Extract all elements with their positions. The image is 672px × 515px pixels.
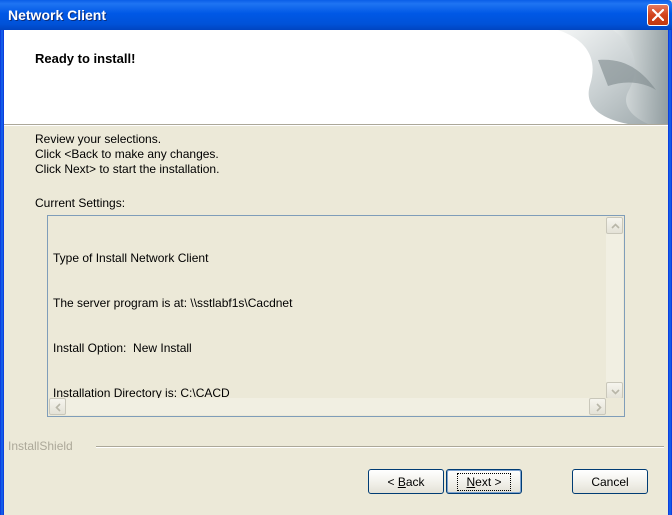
next-button-label: Next > — [457, 472, 511, 491]
window-title: Network Client — [8, 7, 107, 23]
scroll-right-button[interactable] — [589, 398, 606, 415]
next-rest: ext > — [475, 474, 502, 489]
close-button[interactable] — [647, 4, 669, 26]
current-settings-textbox[interactable]: Type of Install Network Client The serve… — [47, 215, 625, 417]
scroll-up-button[interactable] — [606, 217, 623, 234]
settings-line: Type of Install Network Client — [53, 251, 209, 265]
back-mnemonic: B — [397, 474, 406, 489]
scroll-left-arrow-icon — [55, 403, 61, 412]
current-settings-label: Current Settings: — [35, 196, 126, 210]
close-icon — [652, 9, 664, 21]
next-button[interactable]: Next > — [446, 469, 522, 494]
scroll-right-arrow-icon — [596, 403, 602, 412]
next-mnemonic: N — [466, 474, 476, 489]
back-button-label: < Back — [387, 475, 424, 489]
instructions: Review your selections. Click <Back to m… — [35, 132, 219, 177]
title-bar[interactable]: Network Client — [0, 0, 672, 30]
settings-line: The server program is at: \\sstlabf1s\Ca… — [53, 296, 293, 310]
cancel-button[interactable]: Cancel — [572, 469, 648, 494]
scroll-down-arrow-icon — [611, 389, 620, 395]
page-heading: Ready to install! — [35, 51, 136, 66]
header-banner: Ready to install! — [4, 30, 668, 125]
instruction-line: Click <Back to make any changes. — [35, 147, 219, 161]
scroll-left-button[interactable] — [49, 398, 66, 415]
scroll-up-arrow-icon — [611, 223, 620, 229]
instruction-line: Click Next> to start the installation. — [35, 162, 220, 176]
scroll-down-button[interactable] — [606, 382, 623, 399]
back-rest: ack — [405, 474, 425, 489]
installshield-brand: InstallShield — [8, 439, 73, 453]
settings-line: Install Option: New Install — [53, 341, 192, 355]
back-prefix: < — [387, 474, 398, 489]
vertical-scrollbar[interactable] — [606, 217, 623, 399]
instruction-line: Review your selections. — [35, 132, 162, 146]
scrollbar-corner — [606, 398, 623, 415]
back-button[interactable]: < Back — [368, 469, 444, 494]
window-frame-right — [668, 30, 672, 515]
banner-divider — [4, 125, 668, 126]
horizontal-scrollbar[interactable] — [49, 398, 606, 415]
footer-separator — [96, 446, 664, 448]
installer-banner-graphic — [558, 30, 668, 124]
